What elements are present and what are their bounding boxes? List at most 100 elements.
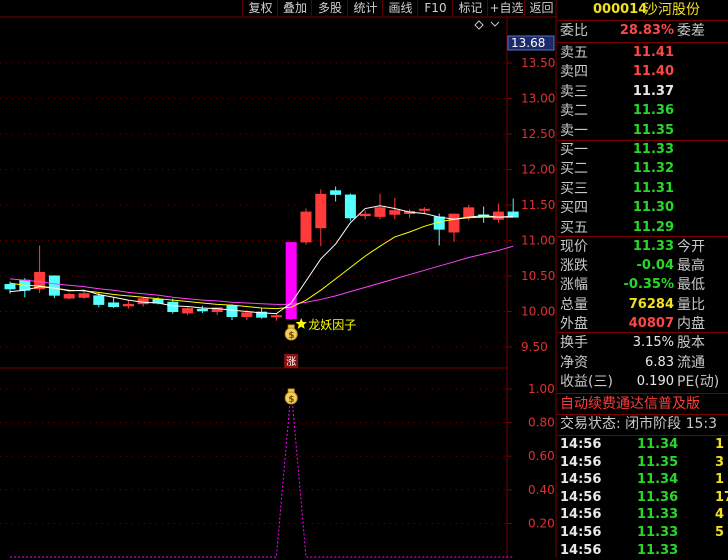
promo-banner[interactable]: 自动续费通达信普及版: [557, 394, 728, 414]
price-tick-label: 10.00: [521, 305, 555, 319]
buy-row: 买四 11.30: [557, 198, 728, 218]
stat-row-value: 76284: [628, 296, 674, 312]
stat-row-label: 现价: [560, 239, 588, 255]
stat-row: 外盘 40807 内盘: [557, 314, 728, 334]
stock-header: 000014 沙河股份: [557, 0, 728, 20]
promo-text[interactable]: 自动续费通达信普及版: [560, 394, 700, 414]
sell-row: 卖五 11.41: [557, 43, 728, 63]
candle: [300, 208, 312, 245]
stat2-row-label: 净资: [560, 354, 588, 371]
candle: [48, 275, 60, 299]
sell-row: 卖二 11.36: [557, 101, 728, 121]
price-tick-label: 11.00: [521, 234, 555, 248]
stat2-row: 收益(三) 0.190 PE(动): [557, 372, 728, 392]
buy-row-value: 11.31: [632, 180, 674, 196]
tick-row: 14:56 11.34 1: [557, 436, 728, 454]
candle-series: [4, 186, 519, 321]
quote-panel: 000014 沙河股份 委比 28.83% 委差 卖五 11.41 卖四 11.40 卖…: [557, 0, 728, 558]
candle: [404, 209, 416, 218]
stat2-row: 净资 6.83 流通: [557, 353, 728, 373]
sell-row-value: 11.41: [632, 45, 674, 60]
candle: [315, 189, 327, 247]
weibi-label: 委比: [560, 23, 588, 39]
indicator-tick-label: 0.80: [528, 416, 555, 430]
stat-row-value: -0.04: [636, 258, 674, 274]
tick-row: 14:56 11.33 5: [557, 524, 728, 542]
candle: [63, 293, 75, 300]
price-axis: 13.50 13.00 12.50 12.00 11.50 11.00 10.50 10.00…: [474, 20, 555, 354]
stat-row-value: 40807: [628, 315, 674, 331]
buy-row-value: 11.29: [632, 219, 674, 235]
svg-text:$: $: [288, 331, 294, 341]
weibi-row: 委比 28.83% 委差: [557, 21, 728, 41]
stat-row-value: 11.33: [632, 239, 674, 254]
tick-volume: 17: [715, 489, 728, 505]
price-tick-label: 11.50: [521, 198, 555, 212]
stock-name: 沙河股份: [644, 2, 700, 18]
price-tick-label: 12.00: [521, 163, 555, 177]
tick-row: 14:56 11.33 4: [557, 506, 728, 524]
svg-text:涨: 涨: [286, 356, 296, 368]
tick-price: 11.35: [637, 454, 679, 470]
price-tick-label: 12.50: [521, 127, 555, 141]
tick-time: 14:56: [560, 472, 602, 488]
stat2-row-value: 6.83: [645, 354, 674, 370]
indicator-tick-label: 0.40: [528, 483, 555, 497]
stat-row-label: 外盘: [560, 315, 588, 332]
indicator-tick-label: 1.00: [528, 382, 555, 396]
stat-row-value: -0.35%: [623, 277, 675, 293]
stat-row: 现价 11.33 今开: [557, 237, 728, 257]
tick-price: 11.34: [637, 437, 679, 452]
stat-row-label2: 量比: [677, 296, 705, 313]
tick-price: 11.33: [637, 507, 679, 523]
candle: [122, 300, 134, 309]
candle: [344, 193, 356, 221]
tick-volume: 1: [715, 472, 725, 488]
price-tick-label: 9.50: [521, 340, 548, 354]
buy-row: 买三 11.31: [557, 179, 728, 199]
stat2-row-label2: 股本: [677, 335, 705, 351]
buy-row-value: 11.30: [632, 200, 674, 216]
candle: [330, 186, 342, 202]
chart-grid: [0, 0, 557, 558]
money-bag-icon: $: [284, 324, 298, 341]
candle: [108, 297, 120, 308]
stat2-row-label: 收益(三): [560, 374, 613, 390]
weibi-value: 28.83%: [619, 23, 674, 38]
kline-chart[interactable]: 13.50 13.00 12.50 12.00 11.50 11.00 10.50 10.00…: [0, 0, 557, 558]
stat2-row-label2: 流通: [677, 354, 705, 371]
stat-row-label2: 最高: [677, 258, 705, 275]
candle: [448, 213, 460, 242]
tick-volume: 5: [715, 525, 725, 540]
candle: [507, 198, 519, 218]
trade-state-row: 交易状态: 闭市阶段 15:3: [557, 414, 728, 434]
buy-row-label: 买三: [560, 180, 588, 197]
indicator-line: [10, 388, 514, 558]
buy-row-label: 买四: [560, 200, 588, 217]
price-tick-label: 13.50: [521, 56, 555, 70]
sell-row-label: 卖二: [560, 103, 588, 120]
tick-row: 14:56 11.35 3: [557, 454, 728, 472]
buy-row-label: 买二: [560, 161, 588, 178]
buy-row-value: 11.32: [632, 161, 674, 177]
stat-row: 涨跌 -0.04 最高: [557, 256, 728, 276]
current-price-tag: 13.68: [507, 35, 555, 51]
sell-row: 卖三 11.37: [557, 82, 728, 102]
indicator-tick-label: 0.20: [528, 516, 555, 530]
sell-row-value: 11.40: [632, 64, 674, 80]
stat-row-label: 涨幅: [560, 277, 588, 294]
candle: [478, 206, 490, 223]
tick-volume: 1: [715, 437, 725, 452]
annotations: 龙妖因子 $ 涨 $: [284, 318, 356, 405]
sell-row-label: 卖三: [560, 83, 588, 100]
stat2-row-value: 3.15%: [632, 335, 674, 350]
buy-row: 买一 11.33: [557, 140, 728, 160]
sell-row-value: 11.37: [632, 83, 674, 99]
sell-row-value: 11.36: [632, 103, 674, 119]
tick-time: 14:56: [560, 454, 602, 470]
stat2-row-label2: PE(动): [677, 374, 720, 390]
buy-row: 买二 11.32: [557, 159, 728, 179]
diamond-icon[interactable]: [474, 20, 500, 30]
tick-price: 11.33: [637, 525, 679, 540]
tick-price: 11.34: [637, 472, 679, 488]
